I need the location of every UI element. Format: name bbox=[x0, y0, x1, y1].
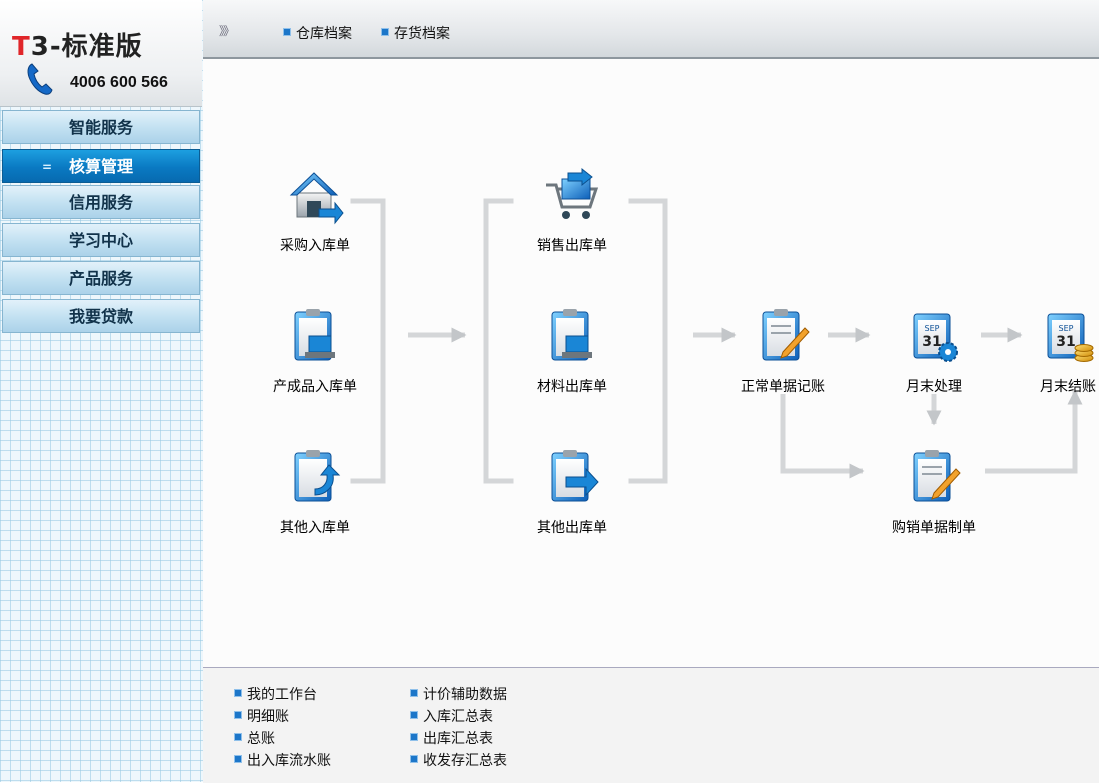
calendar-gear-icon: SEP 31 bbox=[913, 313, 958, 362]
sidebar: T3-标准版 4006 600 566 智能服务 = 核算管理 信用服务 学习中心… bbox=[0, 0, 204, 782]
node-label: 其他出库单 bbox=[537, 520, 607, 536]
square-bullet-icon bbox=[410, 755, 418, 763]
node-label: 采购入库单 bbox=[280, 238, 350, 254]
house-icon bbox=[289, 172, 344, 225]
clipboard-pen-icon bbox=[913, 450, 961, 502]
sidebar-item-accounting-management[interactable]: = 核算管理 bbox=[2, 149, 200, 183]
node-label: 正常单据记账 bbox=[741, 379, 825, 395]
clipboard-arrow-icon bbox=[294, 450, 341, 502]
clipboard-computer-icon bbox=[551, 309, 592, 361]
svg-text:31: 31 bbox=[1056, 334, 1075, 350]
square-bullet-icon bbox=[410, 689, 418, 697]
svg-text:SEP: SEP bbox=[1059, 324, 1074, 333]
svg-text:SEP: SEP bbox=[925, 324, 940, 333]
flow-panel: 采购入库单 产成品入库单 其他入库单 销售出库单 材料出库单 其他出库单 正常单… bbox=[203, 59, 1099, 667]
square-bullet-icon bbox=[234, 689, 242, 697]
clipboard-pen-icon bbox=[762, 309, 810, 361]
warehouse-archive-link[interactable]: 仓库档案 bbox=[283, 23, 352, 43]
top-bar: 》》 仓库档案 存货档案 bbox=[203, 0, 1099, 59]
outbound-left-bracket-line bbox=[483, 198, 514, 484]
sales-outbound-node[interactable]: 销售出库单 bbox=[517, 165, 627, 255]
square-bullet-icon bbox=[410, 711, 418, 719]
sidebar-item-loan[interactable]: 我要贷款 bbox=[2, 299, 200, 333]
double-chevron-icon[interactable]: 》》 bbox=[219, 22, 235, 39]
sidebar-item-credit-service[interactable]: 信用服务 bbox=[2, 185, 200, 219]
node-label: 月末结账 bbox=[1040, 379, 1096, 395]
purchase-inbound-node[interactable]: 采购入库单 bbox=[260, 165, 370, 255]
sidebar-item-product-service[interactable]: 产品服务 bbox=[2, 261, 200, 295]
sidebar-item-label: 产品服务 bbox=[68, 269, 133, 288]
cart-icon bbox=[546, 167, 599, 219]
square-bullet-icon bbox=[234, 711, 242, 719]
node-label: 销售出库单 bbox=[537, 238, 607, 254]
month-end-processing-node[interactable]: SEP 31 月末处理 bbox=[879, 306, 989, 396]
square-bullet-icon bbox=[234, 733, 242, 741]
other-inbound-node[interactable]: 其他入库单 bbox=[260, 447, 370, 537]
sidebar-item-label: 信用服务 bbox=[68, 193, 133, 212]
node-label: 其他入库单 bbox=[280, 520, 350, 536]
node-label: 月末处理 bbox=[906, 379, 962, 395]
logo-area: T3-标准版 4006 600 566 bbox=[0, 0, 202, 107]
arrow-post-to-purchase-sales bbox=[780, 394, 865, 479]
normal-voucher-posting-node[interactable]: 正常单据记账 bbox=[728, 306, 838, 396]
material-outbound-node[interactable]: 材料出库单 bbox=[517, 306, 627, 396]
arrow-purchase-sales-to-close bbox=[985, 389, 1083, 474]
link-my-workbench[interactable]: 我的工作台 bbox=[234, 686, 317, 704]
other-outbound-node[interactable]: 其他出库单 bbox=[517, 447, 627, 537]
outbound-right-bracket-line bbox=[628, 198, 668, 484]
sidebar-item-label: 我要贷款 bbox=[68, 307, 133, 326]
inventory-archive-link[interactable]: 存货档案 bbox=[381, 23, 450, 43]
square-bullet-icon bbox=[381, 28, 389, 36]
finished-goods-inbound-node[interactable]: 产成品入库单 bbox=[260, 306, 370, 396]
link-valuation-aux-data[interactable]: 计价辅助数据 bbox=[410, 686, 507, 704]
square-bullet-icon bbox=[234, 755, 242, 763]
link-inout-journal[interactable]: 出入库流水账 bbox=[234, 752, 331, 770]
square-bullet-icon bbox=[410, 733, 418, 741]
bullet-icon: = bbox=[42, 160, 53, 174]
clipboard-computer-icon bbox=[294, 309, 335, 361]
report-links-panel: 我的工作台 明细账 总账 出入库流水账 计价辅助数据 入库汇总表 出库汇总表 收… bbox=[203, 667, 1099, 783]
link-inventory-summary[interactable]: 收发存汇总表 bbox=[410, 752, 507, 770]
square-bullet-icon bbox=[283, 28, 291, 36]
svg-text:31: 31 bbox=[922, 334, 941, 350]
sidebar-item-label: 智能服务 bbox=[68, 118, 133, 137]
link-outbound-summary[interactable]: 出库汇总表 bbox=[410, 730, 493, 748]
sidebar-item-learning-center[interactable]: 学习中心 bbox=[2, 223, 200, 257]
node-label: 产成品入库单 bbox=[273, 379, 357, 395]
purchase-sales-voucher-node[interactable]: 购销单据制单 bbox=[879, 447, 989, 537]
sidebar-item-intelligent-service[interactable]: 智能服务 bbox=[2, 110, 200, 144]
hotline-number: 4006 600 566 bbox=[70, 74, 168, 91]
link-general-ledger[interactable]: 总账 bbox=[234, 730, 275, 748]
node-label: 购销单据制单 bbox=[892, 520, 976, 536]
clipboard-arrow-icon bbox=[551, 450, 599, 502]
phone-icon bbox=[27, 63, 53, 95]
sidebar-item-label: 核算管理 bbox=[68, 157, 133, 176]
sidebar-item-label: 学习中心 bbox=[68, 231, 133, 250]
link-inbound-summary[interactable]: 入库汇总表 bbox=[410, 708, 493, 726]
product-logo: T3-标准版 bbox=[12, 32, 143, 62]
calendar-coins-icon: SEP 31 bbox=[1047, 313, 1094, 362]
month-end-closing-node[interactable]: SEP 31 月末结账 bbox=[1013, 306, 1099, 396]
link-detail-ledger[interactable]: 明细账 bbox=[234, 708, 289, 726]
node-label: 材料出库单 bbox=[537, 379, 607, 395]
